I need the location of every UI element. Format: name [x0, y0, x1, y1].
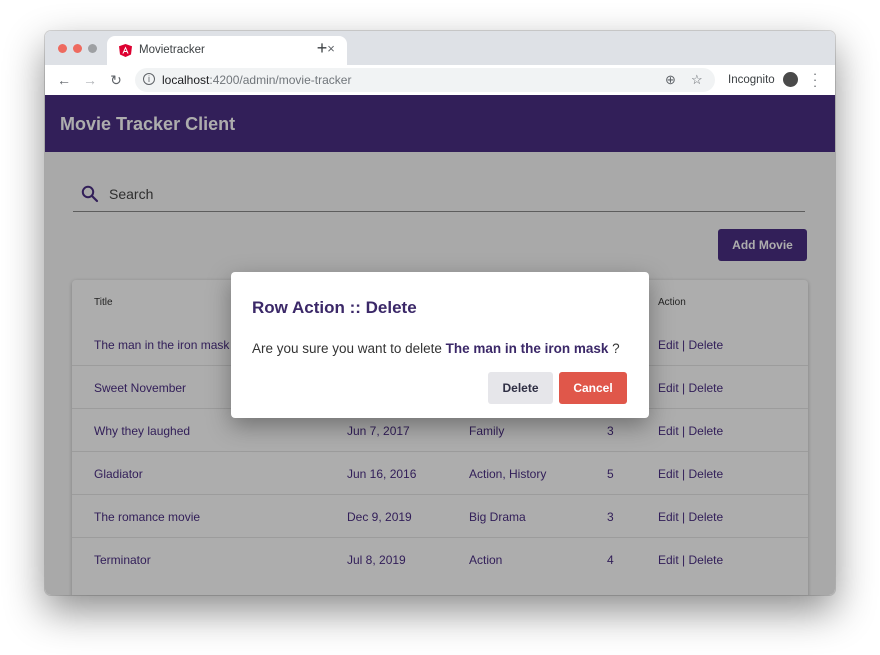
back-arrow-icon[interactable]: ← — [55, 71, 73, 89]
address-bar[interactable]: i localhost:4200/admin/movie-tracker ⊕ ☆ — [135, 68, 715, 92]
dialog-title: Row Action :: Delete — [252, 298, 417, 317]
window-maximize-button[interactable] — [88, 44, 97, 53]
window-close-button[interactable] — [58, 44, 67, 53]
url-text[interactable]: localhost:4200/admin/movie-tracker — [162, 73, 351, 87]
cancel-button[interactable]: Cancel — [559, 372, 627, 404]
browser-tab[interactable]: Movietracker × — [107, 36, 347, 65]
window-minimize-button[interactable] — [73, 44, 82, 53]
new-tab-button[interactable]: + — [313, 39, 331, 58]
browser-menu-icon[interactable]: · · · — [811, 67, 819, 92]
dialog-movie-title: The man in the iron mask — [445, 341, 609, 356]
page-content: Movie Tracker Client Add Movie Title Act… — [45, 95, 835, 595]
dialog-message: Are you sure you want to delete The man … — [252, 341, 620, 356]
delete-confirm-dialog: Row Action :: Delete Are you sure you wa… — [231, 272, 649, 418]
browser-toolbar: ← → ↻ i localhost:4200/admin/movie-track… — [45, 65, 835, 96]
reload-icon[interactable]: ↻ — [107, 71, 125, 89]
forward-arrow-icon[interactable]: → — [81, 71, 99, 89]
tab-strip: Movietracker × + — [45, 31, 835, 65]
bookmark-star-icon[interactable]: ☆ — [691, 72, 703, 88]
confirm-delete-button[interactable]: Delete — [488, 372, 553, 404]
tab-title: Movietracker — [139, 44, 205, 56]
info-icon[interactable]: i — [143, 73, 155, 85]
incognito-avatar-icon[interactable] — [783, 72, 798, 87]
browser-window: Movietracker × + ← → ↻ i localhost:4200/… — [45, 31, 835, 595]
angular-favicon-icon — [119, 44, 132, 57]
zoom-icon[interactable]: ⊕ — [665, 72, 676, 88]
incognito-label: Incognito — [728, 74, 775, 86]
